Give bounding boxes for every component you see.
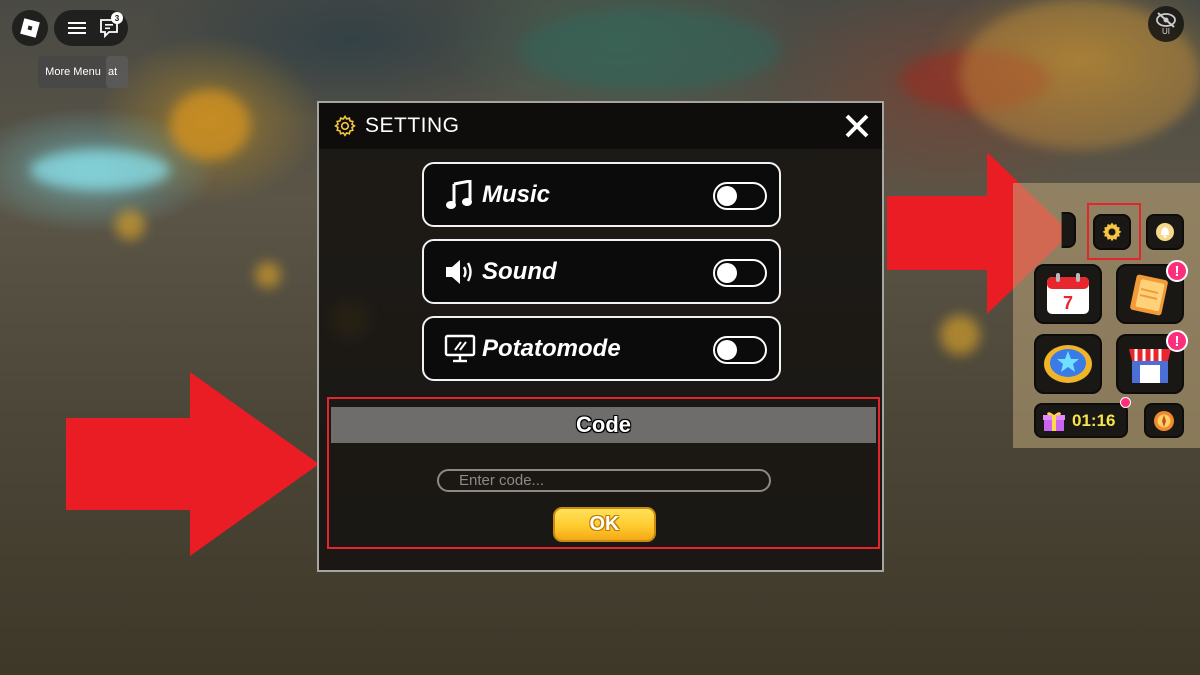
calendar-icon: 7 bbox=[1047, 273, 1089, 314]
code-section-highlight: Code OK bbox=[327, 397, 880, 549]
hamburger-menu-button[interactable] bbox=[62, 10, 92, 46]
settings-button-highlight bbox=[1087, 203, 1141, 260]
chat-count-badge: 3 bbox=[111, 12, 123, 24]
compass-button[interactable] bbox=[1144, 403, 1184, 438]
gift-timer-button[interactable]: 01:16 bbox=[1034, 403, 1128, 438]
monitor-icon bbox=[444, 333, 476, 365]
ok-button[interactable]: OK bbox=[553, 507, 656, 542]
shop-alert-icon: ! bbox=[1166, 330, 1188, 352]
hamburger-icon bbox=[68, 22, 86, 34]
close-button[interactable] bbox=[844, 113, 870, 139]
music-label: Music bbox=[482, 180, 551, 208]
roblox-topbar-pill: 3 bbox=[54, 10, 128, 46]
settings-modal: SETTING Music Sound Potatomode Code Ente… bbox=[317, 101, 884, 572]
potatomode-toggle-row[interactable]: Potatomode bbox=[422, 316, 781, 381]
potatomode-label: Potatomode bbox=[482, 334, 621, 362]
roblox-logo-icon bbox=[20, 18, 40, 38]
hide-ui-button[interactable]: UI bbox=[1148, 6, 1184, 42]
settings-header: SETTING bbox=[319, 103, 882, 149]
clipboard-quest-icon bbox=[1130, 274, 1168, 316]
badge-button[interactable] bbox=[1034, 334, 1102, 394]
sound-switch[interactable] bbox=[713, 259, 767, 287]
gift-timer: 01:16 bbox=[1072, 410, 1116, 430]
music-note-icon bbox=[444, 179, 476, 211]
speaker-icon bbox=[444, 256, 476, 288]
compass-icon bbox=[1154, 410, 1174, 431]
gear-icon bbox=[334, 115, 356, 137]
roblox-menu-button[interactable] bbox=[12, 10, 48, 46]
switch-knob bbox=[717, 186, 737, 206]
left-red-arrow bbox=[66, 372, 319, 556]
sound-toggle-row[interactable]: Sound bbox=[422, 239, 781, 304]
medal-badge-icon bbox=[1044, 345, 1092, 383]
music-toggle-row[interactable]: Music bbox=[422, 162, 781, 227]
code-header: Code bbox=[331, 407, 876, 443]
sound-label: Sound bbox=[482, 257, 557, 285]
quest-alert-icon: ! bbox=[1166, 260, 1188, 282]
shop-icon bbox=[1129, 349, 1171, 383]
hide-ui-label: UI bbox=[1162, 27, 1170, 36]
calendar-day: 7 bbox=[1063, 293, 1073, 313]
calendar-button[interactable]: 7 bbox=[1034, 264, 1102, 324]
potatomode-switch[interactable] bbox=[713, 336, 767, 364]
chat-tooltip: at bbox=[106, 56, 128, 88]
switch-knob bbox=[717, 340, 737, 360]
settings-title: SETTING bbox=[365, 114, 460, 137]
gift-notification-dot bbox=[1120, 397, 1131, 408]
notification-button[interactable] bbox=[1146, 214, 1184, 250]
more-menu-tooltip: More Menu bbox=[38, 56, 108, 88]
bell-icon bbox=[1156, 223, 1174, 241]
switch-knob bbox=[717, 263, 737, 283]
eye-slash-icon bbox=[1156, 12, 1176, 28]
music-switch[interactable] bbox=[713, 182, 767, 210]
code-input[interactable] bbox=[437, 469, 771, 492]
gift-icon bbox=[1043, 411, 1065, 431]
